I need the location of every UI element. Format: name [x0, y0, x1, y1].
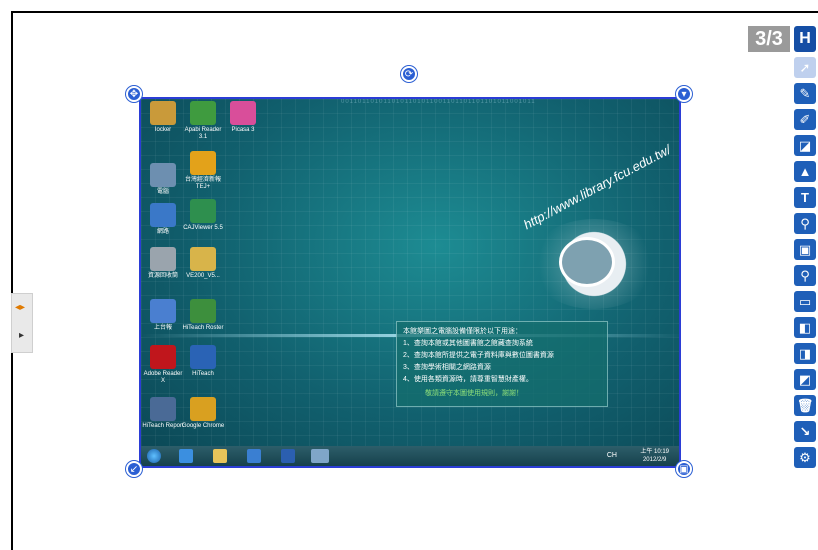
shapes-icon[interactable]: ▲ [794, 161, 816, 182]
frame-left-border [11, 11, 13, 550]
desktop-icon-image [150, 101, 176, 125]
desktop-icon-label: 上台報 [153, 325, 172, 331]
desktop-icon-label: CAJViewer 5.5 [183, 225, 223, 231]
page-prev-icon[interactable]: ◧ [794, 317, 816, 338]
desktop-icon[interactable]: Picasa 3 [221, 101, 265, 134]
side-panel-tab[interactable]: ◂▸ ▸ [11, 293, 33, 353]
clock-time: 上午 10:19 [640, 449, 669, 455]
capture-icon[interactable]: ▣ [794, 239, 816, 260]
hiteach-taskbar-icon[interactable] [311, 449, 329, 463]
desktop-icon-image [230, 101, 256, 125]
desktop-icon[interactable]: HiTeach Roster [181, 299, 225, 332]
desktop-icon-image [190, 345, 216, 369]
desktop-icon[interactable]: CAJViewer 5.5 [181, 199, 225, 232]
frame-top-border [11, 11, 818, 13]
screen-icon[interactable]: ▭ [794, 291, 816, 312]
notice-line: 1、查詢本館或其他圖書館之館藏查詢系統 [403, 340, 533, 347]
word-icon[interactable] [281, 449, 295, 463]
desktop-icon-label: HiTeach [192, 371, 214, 377]
desktop-icon-image [150, 345, 176, 369]
library-building-logo [529, 219, 659, 309]
desktop-icon-label: Apabi Reader 3.1 [184, 127, 222, 140]
notice-line: 3、查詢學術相關之網路資源 [403, 364, 491, 371]
right-toolbar: H ➚ ✎ ✐ ◪ ▲ T ⚲ ▣ ⚲ ▭ ◧ ◨ ◩ 🗑 ↘ ⚙ [794, 26, 818, 550]
page-new-icon[interactable]: ◩ [794, 369, 816, 390]
resize-handle-br-icon[interactable]: ▣ [676, 461, 692, 477]
desktop-icon-label: 電腦 [156, 189, 169, 195]
zoom-icon[interactable]: ⚲ [794, 265, 816, 286]
start-button-icon[interactable] [147, 449, 161, 463]
trash-icon[interactable]: 🗑 [794, 395, 816, 416]
desktop-icon-label: Picasa 3 [231, 127, 255, 133]
desktop-icon[interactable]: 上台報 [141, 299, 185, 332]
expand-arrows-icon[interactable]: ◂▸ [15, 302, 25, 313]
ie-icon[interactable] [179, 449, 193, 463]
taskbar: CH 上午 10:19 2012/2/9 [141, 446, 679, 466]
eraser-icon[interactable]: ◪ [794, 135, 816, 156]
desktop-icon[interactable]: VE200_V5... [181, 247, 225, 280]
settings-icon[interactable]: ⚙ [794, 447, 816, 468]
embedded-screenshot[interactable]: 0011011010110101101011001101101101101011… [139, 97, 681, 468]
usage-notice: 本館樂圖之電腦設備僅限於以下用途： 1、查詢本館或其他圖書館之館藏查詢系統 2、查詢… [396, 321, 608, 407]
desktop-icon-label: 台灣經濟新報 TEJ+ [184, 177, 221, 190]
desktop-icon-image [190, 101, 216, 125]
desktop-icon-label: Iocker [154, 127, 172, 133]
explorer-icon[interactable] [213, 449, 227, 463]
desktop-icon-label: VE200_V5... [186, 273, 220, 279]
clock: 上午 10:19 2012/2/9 [640, 448, 669, 464]
desktop-icon-image [190, 199, 216, 223]
play-arrow-icon[interactable]: ▸ [19, 330, 24, 341]
text-icon[interactable]: T [794, 187, 816, 208]
desktop-icon-label: 網路 [156, 229, 169, 235]
desktop-icon[interactable]: Apabi Reader 3.1 [181, 101, 225, 141]
pen-icon[interactable]: ✎ [794, 83, 816, 104]
desktop-icon[interactable]: 資源回收筒 [141, 247, 185, 280]
desktop-icon-image [190, 397, 216, 421]
media-player-icon[interactable] [247, 449, 261, 463]
resize-handle-bl-icon[interactable]: ↙ [126, 461, 142, 477]
tray-lang[interactable]: CH [607, 452, 617, 459]
binary-decoration: 0011011010110101101011001101101101101011… [341, 99, 536, 105]
notice-line: 本館樂圖之電腦設備僅限於以下用途： [403, 328, 522, 335]
desktop-icon-image [190, 299, 216, 323]
desktop-icon-label: HiTeach Roster [182, 325, 224, 331]
page-counter: 3/3 [748, 26, 790, 52]
desktop-icon[interactable]: 網路 [141, 203, 185, 236]
notice-line: 4、使用各類資源時，請尊重智慧財產權。 [403, 376, 533, 383]
exit-icon[interactable]: ↘ [794, 421, 816, 442]
desktop-icon-image [150, 397, 176, 421]
page-next-icon[interactable]: ◨ [794, 343, 816, 364]
desktop-icon[interactable]: 電腦 [141, 163, 185, 196]
desktop-icon[interactable]: HiTeach [181, 345, 225, 378]
desktop-icon[interactable]: 台灣經濟新報 TEJ+ [181, 151, 225, 191]
library-building-photo [559, 237, 615, 287]
desktop-icon[interactable]: Google Chrome [181, 397, 225, 430]
pointer-icon[interactable]: ➚ [794, 57, 816, 78]
desktop-icon-image [190, 151, 216, 175]
desktop-icon-label: Adobe Reader X [143, 371, 183, 384]
desktop-icon-label: HiTeach Report [142, 423, 184, 429]
desktop-icon[interactable]: Iocker [141, 101, 185, 134]
desktop-icon-image [150, 299, 176, 323]
desktop-icon-label: 資源回收筒 [147, 273, 178, 279]
link-icon[interactable]: ⚲ [794, 213, 816, 234]
desktop-icon-label: Google Chrome [181, 423, 225, 429]
brush-icon[interactable]: ✐ [794, 109, 816, 130]
desktop-icon-image [190, 247, 216, 271]
clock-date: 2012/2/9 [642, 457, 667, 463]
notice-footer: 敬請遵守本圖使用規則，謝謝！ [425, 390, 523, 397]
desktop-icon-image [150, 163, 176, 187]
desktop-icon[interactable]: HiTeach Report [141, 397, 185, 430]
desktop-icon-image [150, 247, 176, 271]
move-handle-icon[interactable]: ✥ [126, 86, 142, 102]
desktop-icon-image [150, 203, 176, 227]
notice-line: 2、查詢本館所提供之電子資料庫與數位圖書資源 [403, 352, 554, 359]
desktop-icon[interactable]: Adobe Reader X [141, 345, 185, 385]
rotate-handle-icon[interactable]: ⟳ [401, 66, 417, 82]
hiteach-logo-icon[interactable]: H [794, 26, 816, 52]
menu-handle-icon[interactable]: ▾ [676, 86, 692, 102]
